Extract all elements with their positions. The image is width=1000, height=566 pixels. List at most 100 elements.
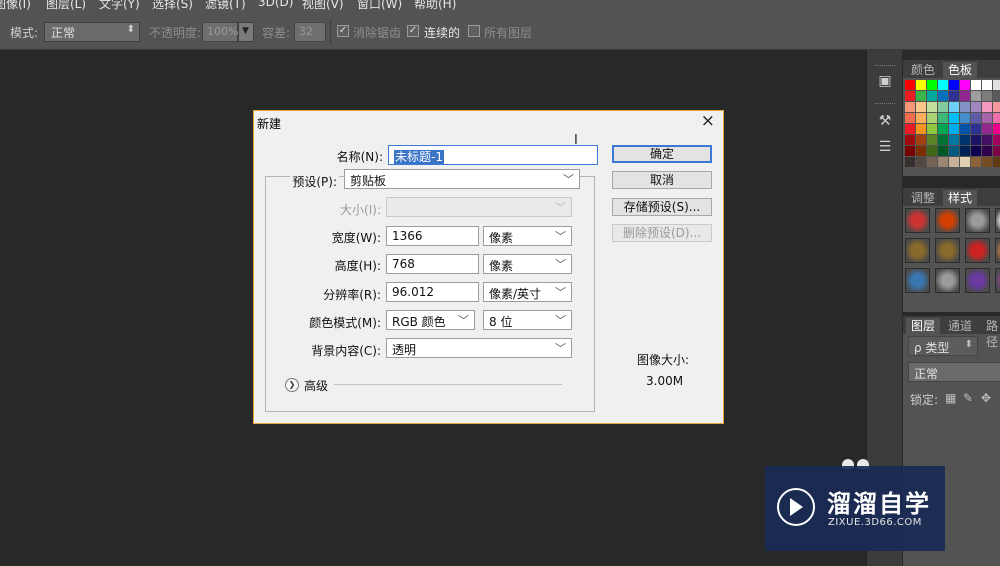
color-swatch[interactable]	[982, 124, 992, 134]
menu-layer[interactable]: 图层(L)	[46, 0, 86, 12]
advanced-label[interactable]: 高级	[304, 377, 328, 394]
tab-paths[interactable]: 路径	[981, 318, 1000, 349]
background-select[interactable]: 透明 ﹀	[386, 338, 572, 358]
style-preset[interactable]	[965, 208, 990, 233]
color-swatch[interactable]	[927, 124, 937, 134]
grip[interactable]	[875, 65, 895, 68]
color-swatch[interactable]	[905, 113, 915, 123]
color-swatch[interactable]	[993, 102, 1000, 112]
color-swatch[interactable]	[949, 80, 959, 90]
tab-swatches[interactable]: 色板	[943, 62, 978, 78]
style-preset[interactable]	[995, 238, 1000, 263]
menu-type[interactable]: 文字(Y)	[99, 0, 140, 12]
lock-move-icon[interactable]: ✥	[981, 391, 991, 405]
color-swatch[interactable]	[938, 113, 948, 123]
cancel-button[interactable]: 取消	[612, 171, 712, 189]
color-swatch[interactable]	[949, 146, 959, 156]
color-swatch[interactable]	[938, 80, 948, 90]
style-preset[interactable]	[965, 268, 990, 293]
color-swatch[interactable]	[905, 157, 915, 167]
color-swatch[interactable]	[993, 135, 1000, 145]
height-unit-select[interactable]: 像素 ﹀	[483, 254, 572, 274]
color-swatch[interactable]	[905, 146, 915, 156]
height-input[interactable]: 768	[386, 254, 479, 274]
color-swatch[interactable]	[949, 157, 959, 167]
color-swatch[interactable]	[982, 102, 992, 112]
style-preset[interactable]	[935, 238, 960, 263]
color-swatch[interactable]	[927, 80, 937, 90]
blend-mode-select[interactable]: 正常	[908, 362, 1000, 382]
style-preset[interactable]	[905, 268, 930, 293]
brush-icon[interactable]: ⚒	[876, 112, 894, 130]
color-swatch[interactable]	[949, 135, 959, 145]
color-swatch[interactable]	[949, 102, 959, 112]
antialias-checkbox[interactable]: ✓	[337, 25, 349, 37]
width-input[interactable]: 1366	[386, 226, 479, 246]
bit-depth-select[interactable]: 8 位 ﹀	[483, 310, 572, 330]
color-swatch[interactable]	[949, 91, 959, 101]
color-swatch[interactable]	[916, 135, 926, 145]
color-swatch[interactable]	[993, 91, 1000, 101]
size-select[interactable]: ﹀	[386, 197, 572, 217]
color-swatch[interactable]	[916, 113, 926, 123]
color-swatch[interactable]	[993, 146, 1000, 156]
color-swatch[interactable]	[938, 91, 948, 101]
color-swatch[interactable]	[960, 113, 970, 123]
resolution-input[interactable]: 96.012	[386, 282, 479, 302]
color-swatch[interactable]	[971, 124, 981, 134]
close-icon[interactable]: ×	[701, 111, 715, 131]
save-preset-button[interactable]: 存储预设(S)...	[612, 198, 712, 216]
color-swatch[interactable]	[982, 113, 992, 123]
color-swatch[interactable]	[949, 113, 959, 123]
color-swatch[interactable]	[960, 135, 970, 145]
tab-color[interactable]: 颜色	[906, 62, 940, 78]
color-swatch[interactable]	[960, 157, 970, 167]
style-preset[interactable]	[935, 208, 960, 233]
color-swatch[interactable]	[927, 113, 937, 123]
style-preset[interactable]	[905, 238, 930, 263]
menu-3d[interactable]: 3D(D)	[258, 0, 293, 9]
color-swatch[interactable]	[971, 113, 981, 123]
tab-channels[interactable]: 通道	[943, 318, 977, 334]
opacity-dropdown-button[interactable]: ▼	[238, 22, 254, 42]
tab-layers[interactable]: 图层	[906, 318, 941, 334]
cube-icon[interactable]: ▣	[876, 72, 894, 90]
color-swatch[interactable]	[993, 124, 1000, 134]
color-swatch[interactable]	[971, 102, 981, 112]
color-swatch[interactable]	[938, 124, 948, 134]
lock-brush-icon[interactable]: ✎	[963, 391, 973, 405]
color-swatch[interactable]	[916, 157, 926, 167]
color-swatch[interactable]	[905, 124, 915, 134]
color-swatch[interactable]	[938, 157, 948, 167]
color-swatch[interactable]	[993, 113, 1000, 123]
color-swatch[interactable]	[960, 146, 970, 156]
menu-help[interactable]: 帮助(H)	[414, 0, 456, 12]
resolution-unit-select[interactable]: 像素/英寸 ﹀	[483, 282, 572, 302]
color-swatch[interactable]	[905, 102, 915, 112]
color-swatch[interactable]	[916, 102, 926, 112]
tab-styles[interactable]: 样式	[943, 190, 978, 206]
tolerance-input[interactable]: 32	[294, 22, 326, 42]
contiguous-checkbox[interactable]: ✓	[407, 25, 419, 37]
color-swatch[interactable]	[916, 91, 926, 101]
style-preset[interactable]	[995, 208, 1000, 233]
color-swatch[interactable]	[949, 124, 959, 134]
color-swatch[interactable]	[971, 146, 981, 156]
color-swatch[interactable]	[916, 124, 926, 134]
color-swatch[interactable]	[938, 135, 948, 145]
menu-view[interactable]: 视图(V)	[302, 0, 344, 12]
tab-adjustments[interactable]: 调整	[906, 190, 940, 206]
style-preset[interactable]	[905, 208, 930, 233]
color-swatch[interactable]	[982, 135, 992, 145]
sliders-icon[interactable]: ☰	[876, 138, 894, 156]
color-swatch[interactable]	[927, 102, 937, 112]
delete-preset-button[interactable]: 删除预设(D)...	[612, 224, 712, 242]
color-swatch[interactable]	[960, 124, 970, 134]
color-swatch[interactable]	[927, 91, 937, 101]
color-swatch[interactable]	[993, 80, 1000, 90]
menu-image[interactable]: 图像(I)	[0, 0, 31, 12]
color-swatch[interactable]	[916, 146, 926, 156]
color-swatch[interactable]	[993, 157, 1000, 167]
color-swatch[interactable]	[905, 135, 915, 145]
menu-window[interactable]: 窗口(W)	[357, 0, 402, 12]
